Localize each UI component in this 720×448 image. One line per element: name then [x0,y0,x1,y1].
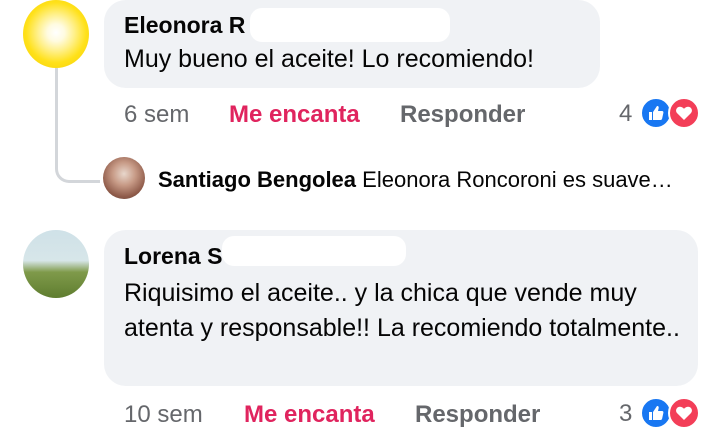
avatar-eleonora[interactable] [23,0,89,68]
comment-text: Riquisimo el aceite.. y la chica que ven… [124,279,680,342]
reply-button[interactable]: Responder [400,101,525,129]
comment-time[interactable]: 10 sem [124,401,203,429]
name-redaction [222,236,406,266]
reaction-button[interactable]: Me encanta [229,101,360,129]
reaction-count[interactable]: 4 [619,100,632,128]
avatar-lorena[interactable] [23,230,89,298]
reaction-button[interactable]: Me encanta [244,401,375,429]
comment-author[interactable]: Lorena S [124,243,222,270]
love-icon [668,397,700,429]
name-redaction [250,8,450,42]
comment-text: Muy bueno el aceite! Lo recomiendo! [124,45,534,73]
reply-author: Santiago Bengolea [158,167,357,192]
avatar-santiago[interactable] [103,157,145,199]
reply-button[interactable]: Responder [415,401,540,429]
comment-time[interactable]: 6 sem [124,101,189,129]
reply-text: Eleonora Roncoroni es suave… [362,167,673,192]
love-icon [668,97,700,129]
reaction-count[interactable]: 3 [619,400,632,428]
comment-author[interactable]: Eleonora R [124,12,245,39]
reply-preview[interactable]: Santiago Bengolea Eleonora Roncoroni es … [158,167,673,193]
thread-connector [55,68,100,183]
